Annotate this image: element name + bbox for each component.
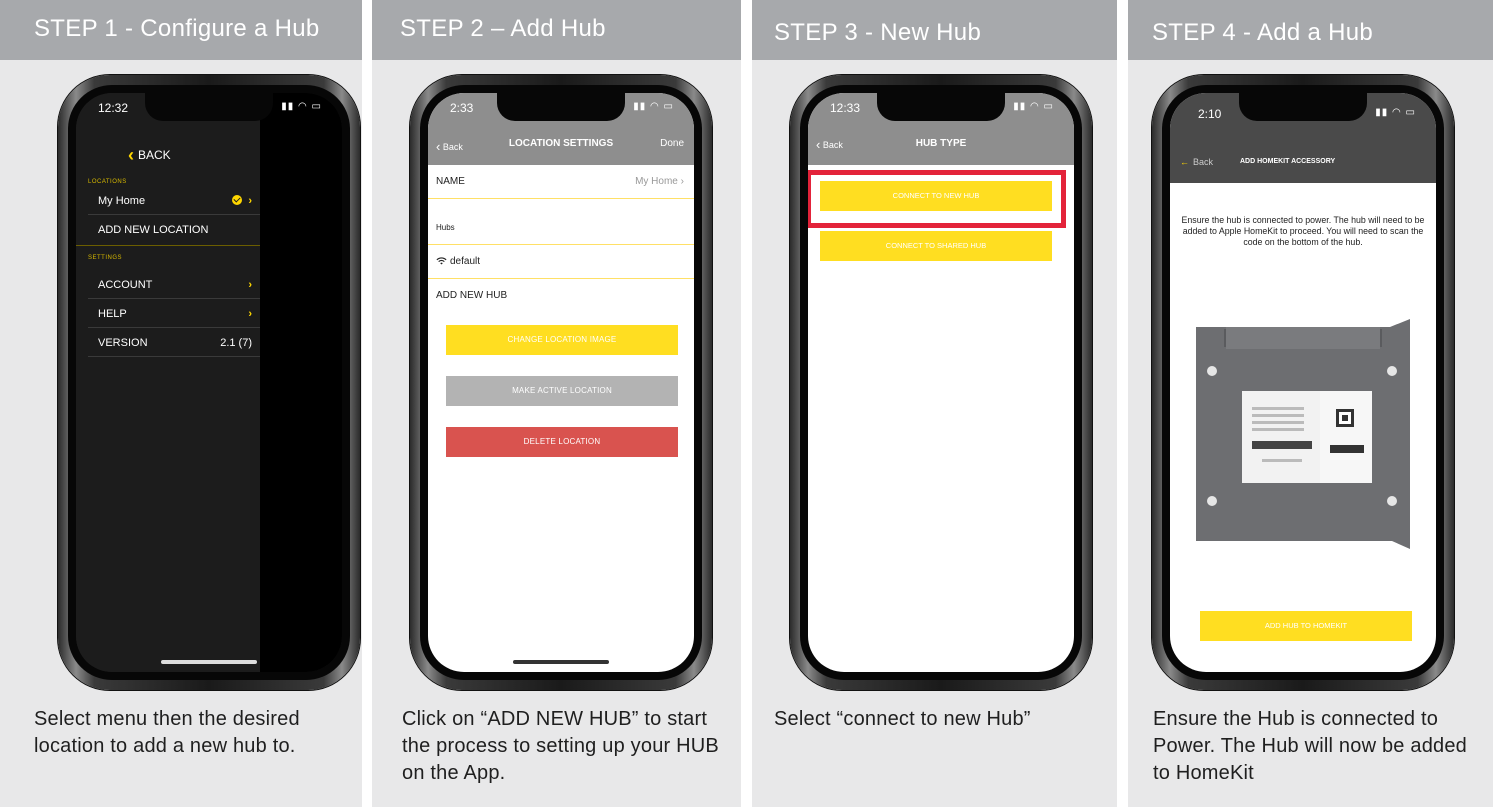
status-time: 2:10 — [1198, 107, 1222, 121]
step-1-header: STEP 1 - Configure a Hub — [0, 0, 362, 60]
delete-location-button[interactable]: DELETE LOCATION — [446, 427, 678, 457]
screen-title: LOCATION SETTINGS — [508, 138, 614, 149]
connect-shared-hub-button[interactable]: CONNECT TO SHARED HUB — [820, 231, 1052, 261]
status-icons: ▮▮ ◠ ▭ — [1375, 107, 1416, 118]
step-3-header: STEP 3 - New Hub — [752, 0, 1117, 60]
section-settings: SETTINGS — [88, 255, 123, 261]
phone-screen: 12:33 ▮▮ ◠ ▭ ‹ Back HUB TYPE CONNECT TO … — [808, 93, 1074, 672]
home-indicator — [513, 660, 609, 664]
menu-item-account[interactable]: ACCOUNT › — [88, 271, 260, 299]
step-2-panel: STEP 2 – Add Hub 2:33 ▮▮ ◠ ▭ ‹ Back LOCA… — [372, 0, 741, 807]
hub-bottom-image — [1196, 319, 1410, 549]
menu-item-label: My Home — [98, 195, 146, 207]
phone-frame: 2:33 ▮▮ ◠ ▭ ‹ Back LOCATION SETTINGS Don… — [410, 75, 712, 690]
step-1-caption: Select menu then the desired location to… — [34, 708, 300, 757]
name-value: My Home — [635, 176, 678, 187]
status-time: 12:32 — [98, 101, 129, 115]
menu-item-add-location[interactable]: ADD NEW LOCATION — [76, 216, 248, 244]
hubs-section-label: Hubs — [428, 199, 694, 245]
screen-title: ADD HOMEKIT ACCESSORY — [1240, 158, 1336, 165]
step-4-caption: Ensure the Hub is connected to Power. Th… — [1153, 708, 1467, 784]
hub-name: default — [450, 256, 481, 267]
step-1-panel: STEP 1 - Configure a Hub 12:32 ▮▮ ◠ ▭ ‹ B… — [0, 0, 362, 807]
back-button[interactable]: ‹ BACK — [128, 145, 171, 166]
back-button[interactable]: ← Back — [1180, 157, 1213, 167]
dimmed-content[interactable] — [260, 93, 342, 672]
step-4-panel: STEP 4 - Add a Hub 2:10 ▮▮ ◠ ▭ ← Back ADD… — [1128, 0, 1493, 807]
arrow-left-icon: ← — [1180, 157, 1189, 167]
make-active-location-button[interactable]: MAKE ACTIVE LOCATION — [446, 376, 678, 406]
divider — [76, 245, 260, 246]
phone-frame: 12:33 ▮▮ ◠ ▭ ‹ Back HUB TYPE CONNECT TO … — [790, 75, 1092, 690]
chevron-right-icon: › — [248, 279, 252, 291]
name-label: NAME — [436, 176, 465, 187]
wifi-icon — [436, 257, 447, 265]
back-label: BACK — [138, 148, 171, 162]
phone-screen: 2:10 ▮▮ ◠ ▭ ← Back ADD HOMEKIT ACCESSORY … — [1170, 93, 1436, 672]
menu-item-label: ADD NEW LOCATION — [98, 224, 209, 236]
chevron-left-icon: ‹ — [128, 145, 134, 165]
instruction-text: Ensure the hub is connected to power. Th… — [1181, 215, 1425, 247]
check-circle-icon — [232, 195, 243, 205]
name-row[interactable]: NAME My Home › — [428, 165, 694, 199]
step-4-header: STEP 4 - Add a Hub — [1128, 0, 1493, 60]
menu-item-label: HELP — [98, 308, 127, 320]
side-menu: ‹ BACK LOCATIONS My Home › ADD NEW LOCATI… — [76, 93, 260, 672]
menu-item-label: VERSION — [98, 337, 148, 349]
status-icons: ▮▮ ◠ ▭ — [281, 101, 322, 112]
status-icons: ▮▮ ◠ ▭ — [1013, 101, 1054, 112]
phone-frame: 2:10 ▮▮ ◠ ▭ ← Back ADD HOMEKIT ACCESSORY … — [1152, 75, 1454, 690]
add-new-hub-row[interactable]: ADD NEW HUB — [428, 279, 694, 313]
phone-screen: 12:32 ▮▮ ◠ ▭ ‹ BACK LOCATIONS My Home › A… — [76, 93, 342, 672]
version-value: 2.1 (7) — [220, 337, 252, 349]
menu-item-version: VERSION 2.1 (7) — [88, 329, 260, 357]
step-2-caption: Click on “ADD NEW HUB” to start the proc… — [402, 708, 719, 784]
step-2-header: STEP 2 – Add Hub — [372, 0, 741, 60]
menu-item-my-home[interactable]: My Home › — [88, 187, 260, 215]
status-icons: ▮▮ ◠ ▭ — [633, 101, 674, 112]
menu-item-help[interactable]: HELP › — [88, 300, 260, 328]
add-new-hub-label: ADD NEW HUB — [436, 290, 508, 301]
chevron-right-icon: › — [248, 195, 252, 207]
chevron-right-icon: › — [248, 308, 252, 320]
done-button[interactable]: Done — [660, 138, 684, 149]
connect-new-hub-button[interactable]: CONNECT TO NEW HUB — [820, 181, 1052, 211]
hubs-label: Hubs — [436, 223, 455, 232]
add-hub-to-homekit-button[interactable]: ADD HUB TO HOMEKIT — [1200, 611, 1412, 641]
section-locations: LOCATIONS — [88, 179, 127, 185]
hub-row-default[interactable]: default — [428, 245, 694, 279]
step-3-caption: Select “connect to new Hub” — [774, 708, 1031, 730]
screen-title: HUB TYPE — [915, 138, 967, 149]
back-label: Back — [1193, 157, 1214, 167]
status-time: 2:33 — [450, 101, 474, 115]
menu-item-label: ACCOUNT — [98, 279, 153, 291]
chevron-right-icon: › — [680, 176, 684, 187]
home-indicator — [161, 660, 257, 664]
phone-screen: 2:33 ▮▮ ◠ ▭ ‹ Back LOCATION SETTINGS Don… — [428, 93, 694, 672]
change-location-image-button[interactable]: CHANGE LOCATION IMAGE — [446, 325, 678, 355]
step-3-panel: STEP 3 - New Hub 12:33 ▮▮ ◠ ▭ ‹ Back HUB… — [752, 0, 1117, 807]
status-time: 12:33 — [830, 101, 861, 115]
phone-frame: 12:32 ▮▮ ◠ ▭ ‹ BACK LOCATIONS My Home › A… — [58, 75, 360, 690]
